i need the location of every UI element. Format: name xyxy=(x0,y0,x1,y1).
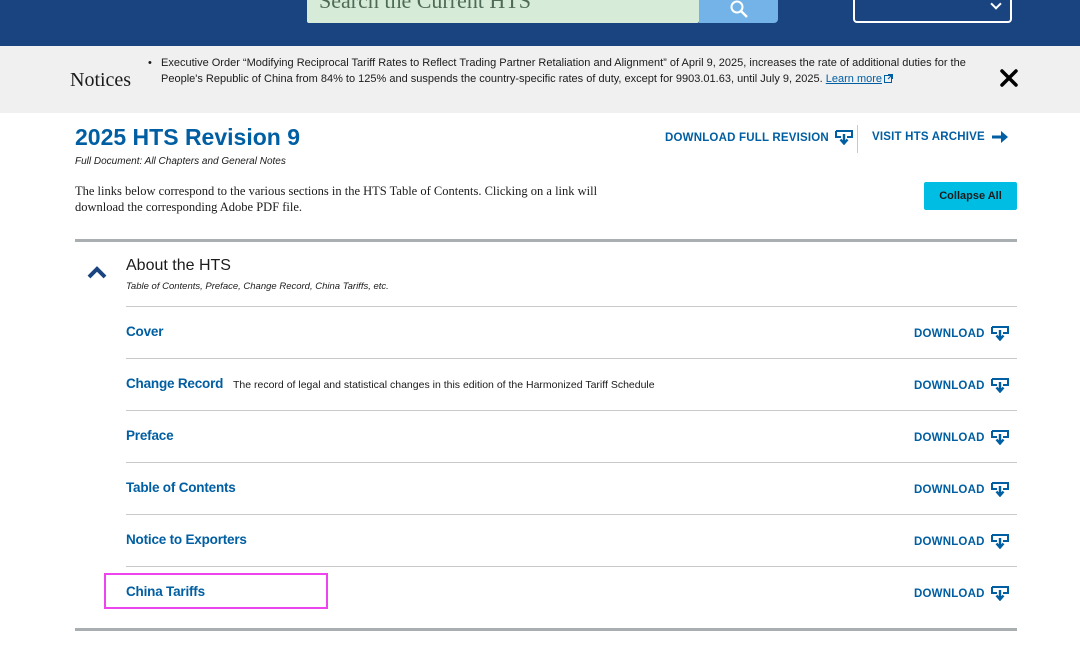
section-link-notice-to-exporters[interactable]: Notice to Exporters xyxy=(126,532,247,547)
download-label: DOWNLOAD xyxy=(914,587,985,600)
section-description: The record of legal and statistical chan… xyxy=(233,379,655,391)
download-link-notice-to-exporters[interactable]: DOWNLOAD xyxy=(914,534,1009,549)
download-label: DOWNLOAD xyxy=(914,483,985,496)
accordion-toggle[interactable] xyxy=(86,264,108,280)
download-icon xyxy=(990,326,1009,341)
download-label: DOWNLOAD xyxy=(914,379,985,392)
section-link-cover[interactable]: Cover xyxy=(126,324,163,339)
download-full-revision-label: DOWNLOAD FULL REVISION xyxy=(665,131,829,144)
visit-hts-archive-link[interactable]: VISIT HTS ARCHIVE xyxy=(872,130,1009,144)
header-dropdown[interactable] xyxy=(853,0,1012,23)
arrow-right-icon xyxy=(991,131,1008,143)
download-full-revision-link[interactable]: DOWNLOAD FULL REVISION xyxy=(665,130,853,145)
download-link-china-tariffs[interactable]: DOWNLOAD xyxy=(914,586,1009,601)
download-icon xyxy=(990,482,1009,497)
page-subtitle: Full Document: All Chapters and General … xyxy=(75,156,286,167)
download-link-cover[interactable]: DOWNLOAD xyxy=(914,326,1009,341)
page-title: 2025 HTS Revision 9 xyxy=(75,124,300,150)
download-icon xyxy=(990,378,1009,393)
search-input[interactable] xyxy=(307,0,699,23)
section-link-change-record[interactable]: Change Record xyxy=(126,376,223,391)
collapse-all-button[interactable]: Collapse All xyxy=(924,182,1017,210)
close-icon xyxy=(1000,69,1018,87)
section-row-change-record: Change Record The record of legal and st… xyxy=(126,358,1017,410)
notice-item: • Executive Order “Modifying Reciprocal … xyxy=(148,55,981,87)
section-row-cover: Cover DOWNLOAD xyxy=(126,306,1017,358)
download-icon xyxy=(834,130,853,145)
download-link-table-of-contents[interactable]: DOWNLOAD xyxy=(914,482,1009,497)
download-label: DOWNLOAD xyxy=(914,327,985,340)
download-icon xyxy=(990,430,1009,445)
download-icon xyxy=(990,534,1009,549)
accordion-title: About the HTS xyxy=(126,257,231,274)
accordion-bottom-border xyxy=(75,628,1017,631)
chevron-down-icon xyxy=(990,0,1002,10)
divider xyxy=(857,125,858,153)
section-row-china-tariffs: China Tariffs DOWNLOAD xyxy=(126,566,1017,618)
section-link-china-tariffs[interactable]: China Tariffs xyxy=(126,584,205,599)
intro-text: The links below correspond to the variou… xyxy=(75,184,598,214)
chevron-up-icon xyxy=(87,266,107,279)
site-header xyxy=(0,0,1080,46)
section-link-table-of-contents[interactable]: Table of Contents xyxy=(126,480,236,495)
learn-more-label: Learn more xyxy=(825,73,883,85)
section-row-preface: Preface DOWNLOAD xyxy=(126,410,1017,462)
download-icon xyxy=(990,586,1009,601)
close-notice-button[interactable] xyxy=(999,68,1019,88)
search-icon xyxy=(730,0,748,18)
download-link-change-record[interactable]: DOWNLOAD xyxy=(914,378,1009,393)
accordion-top-border xyxy=(75,239,1017,242)
download-label: DOWNLOAD xyxy=(914,535,985,548)
notices-banner: Notices • Executive Order “Modifying Rec… xyxy=(0,46,1080,113)
download-link-preface[interactable]: DOWNLOAD xyxy=(914,430,1009,445)
section-link-preface[interactable]: Preface xyxy=(126,428,174,443)
section-row-table-of-contents: Table of Contents DOWNLOAD xyxy=(126,462,1017,514)
notice-bullet: • xyxy=(148,57,152,69)
visit-hts-archive-label: VISIT HTS ARCHIVE xyxy=(872,131,985,143)
accordion-subtitle: Table of Contents, Preface, Change Recor… xyxy=(126,281,389,292)
download-label: DOWNLOAD xyxy=(914,431,985,444)
search-button[interactable] xyxy=(699,0,778,23)
external-link-icon xyxy=(884,74,894,83)
section-row-notice-to-exporters: Notice to Exporters DOWNLOAD xyxy=(126,514,1017,566)
notices-label: Notices xyxy=(70,69,132,91)
learn-more-link[interactable]: Learn more xyxy=(825,73,894,85)
